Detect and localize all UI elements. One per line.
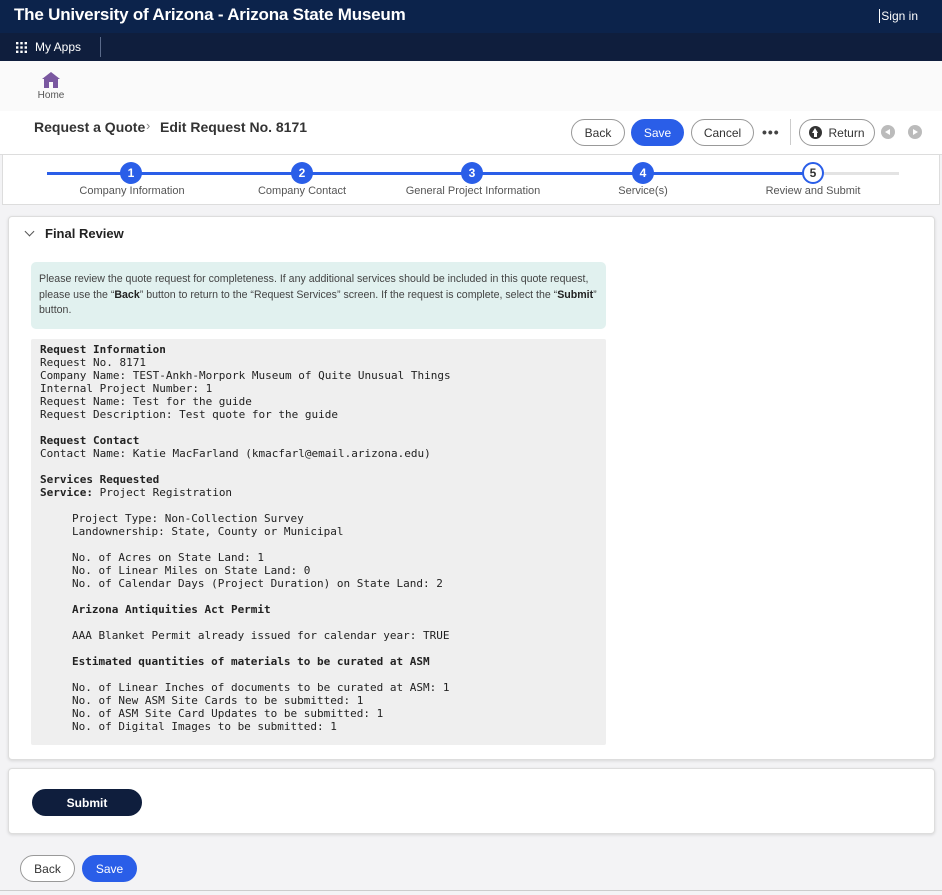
footer-save-button[interactable]: Save <box>82 855 137 882</box>
stepper-progress-line <box>47 172 814 175</box>
step-4-marker[interactable]: 4 <box>632 162 654 184</box>
app-bar: My Apps <box>0 33 942 61</box>
step-5-marker[interactable]: 5 <box>802 162 824 184</box>
page-title: Edit Request No. 8171 <box>160 119 308 135</box>
step-5-label[interactable]: Review and Submit <box>728 185 898 197</box>
summary-line: No. of Digital Images to be submitted: 1 <box>72 720 337 733</box>
save-button[interactable]: Save <box>631 119 684 146</box>
summary-line: No. of Linear Inches of documents to be … <box>72 681 450 694</box>
home-link[interactable]: Home <box>36 72 66 101</box>
notice-text-2: ” button to return to the “Request Servi… <box>139 288 558 301</box>
service-label: Service: <box>40 486 93 499</box>
home-label: Home <box>37 90 65 101</box>
home-icon <box>42 72 60 88</box>
step-2-marker[interactable]: 2 <box>291 162 313 184</box>
site-title[interactable]: The University of Arizona - Arizona Stat… <box>14 5 406 25</box>
step-3-marker[interactable]: 3 <box>461 162 483 184</box>
cancel-button[interactable]: Cancel <box>691 119 754 146</box>
materials-heading: Estimated quantities of materials to be … <box>72 655 430 668</box>
summary-line: Project Type: Non-Collection Survey <box>72 512 304 525</box>
breadcrumb-request-a-quote[interactable]: Request a Quote <box>34 119 145 135</box>
permit-heading: Arizona Antiquities Act Permit <box>72 603 271 616</box>
more-options-button[interactable]: ••• <box>762 124 780 140</box>
summary-line: Internal Project Number: 1 <box>40 382 213 395</box>
step-1-marker[interactable]: 1 <box>120 162 142 184</box>
breadcrumb-separator: › <box>146 118 151 133</box>
footer-divider <box>0 890 942 891</box>
summary-line: Contact Name: Katie MacFarland (kmacfarl… <box>40 447 431 460</box>
submit-card <box>8 768 935 834</box>
return-label: Return <box>828 125 865 140</box>
final-review-heading[interactable]: Final Review <box>45 226 124 241</box>
home-bar <box>0 61 942 111</box>
arrow-up-circle-icon <box>809 126 823 139</box>
back-button[interactable]: Back <box>571 119 625 146</box>
notice-back-word: Back <box>114 288 140 301</box>
summary-line: No. of Calendar Days (Project Duration) … <box>72 577 443 590</box>
summary-line: Request No. 8171 <box>40 356 146 369</box>
progress-stepper: 1 Company Information 2 Company Contact … <box>2 155 940 205</box>
stepper-remaining-line <box>824 172 899 175</box>
summary-line: Request Description: Test quote for the … <box>40 408 339 421</box>
summary-line: Landownership: State, County or Municipa… <box>72 525 344 538</box>
summary-line: Request Name: Test for the guide <box>40 395 252 408</box>
step-2-label[interactable]: Company Contact <box>217 185 387 197</box>
grid-icon[interactable] <box>16 42 27 53</box>
my-apps-link[interactable]: My Apps <box>35 40 81 54</box>
return-button[interactable]: Return <box>799 119 875 146</box>
summary-line: AAA Blanket Permit already issued for ca… <box>72 629 450 642</box>
submit-button[interactable]: Submit <box>32 789 142 816</box>
signin-divider <box>879 9 880 23</box>
request-information-heading: Request Information <box>40 343 166 356</box>
previous-record-icon[interactable] <box>881 125 895 139</box>
sign-in-link[interactable]: Sign in <box>881 9 918 23</box>
review-instructions: Please review the quote request for comp… <box>31 262 606 329</box>
appbar-divider <box>100 37 101 57</box>
summary-line: No. of New ASM Site Cards to be submitte… <box>72 694 364 707</box>
services-requested-heading: Services Requested <box>40 473 160 486</box>
step-3-label[interactable]: General Project Information <box>388 185 558 197</box>
request-summary: Request Information Request No. 8171 Com… <box>31 339 606 745</box>
footer-back-button[interactable]: Back <box>20 855 75 882</box>
summary-line: No. of ASM Site Card Updates to be submi… <box>72 707 384 720</box>
next-record-icon[interactable] <box>908 125 922 139</box>
service-line: Service: Project Registration <box>40 486 597 499</box>
summary-line: Company Name: TEST-Ankh-Morpork Museum o… <box>40 369 451 382</box>
service-value: Project Registration <box>92 486 233 499</box>
request-contact-heading: Request Contact <box>40 434 140 447</box>
top-bar: The University of Arizona - Arizona Stat… <box>0 0 942 33</box>
step-1-label[interactable]: Company Information <box>47 185 217 197</box>
notice-submit-word: Submit <box>557 288 594 301</box>
summary-line: No. of Linear Miles on State Land: 0 <box>72 564 311 577</box>
summary-line: No. of Acres on State Land: 1 <box>72 551 265 564</box>
toolbar-divider <box>790 119 791 145</box>
step-4-label[interactable]: Service(s) <box>558 185 728 197</box>
